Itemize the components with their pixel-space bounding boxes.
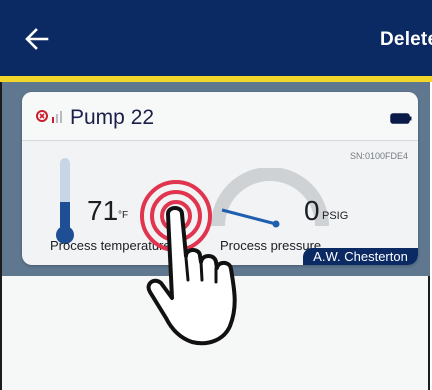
gauge-needle [221, 208, 277, 226]
back-button[interactable] [22, 24, 52, 54]
pressure-unit: PSIG [322, 210, 349, 222]
device-card[interactable]: Pump 22 SN:0100FDE4 71 °F Process temper… [22, 92, 418, 265]
device-title: Pump 22 [70, 106, 155, 129]
thermometer-icon [56, 158, 74, 244]
pressure-value: 0 [304, 195, 320, 226]
error-icon [36, 110, 48, 122]
serial-number: SN:0100FDE4 [349, 151, 408, 161]
battery-full-icon [390, 113, 412, 124]
temperature-value: 71 [87, 195, 119, 226]
card-header: Pump 22 [22, 92, 418, 141]
temperature-label: Process temperature [50, 238, 171, 253]
signal-weak-icon [52, 111, 62, 123]
temperature-unit: °F [118, 210, 129, 221]
arrow-left-icon [25, 28, 49, 50]
app-bar: Delete [0, 0, 432, 76]
delete-button[interactable]: Delete [380, 29, 432, 51]
brand-tag: A.W. Chesterton [303, 248, 418, 265]
